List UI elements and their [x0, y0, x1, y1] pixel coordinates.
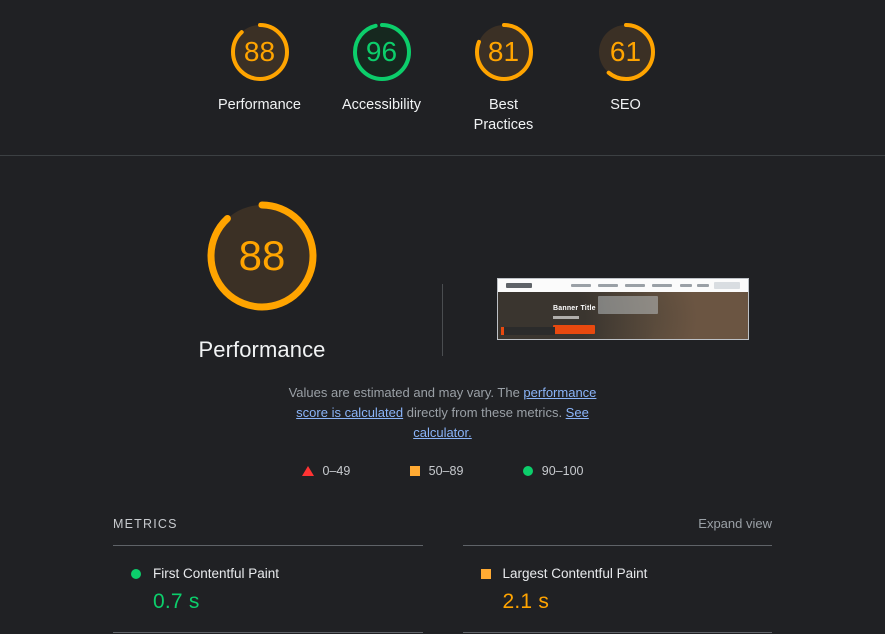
- gauge-small-accessibility: 96: [348, 18, 416, 86]
- gauge-small-best-practices: 81: [470, 18, 538, 86]
- scores-row: 88 Performance 96 Accessibility 81 Best …: [212, 18, 674, 135]
- score-gauge-accessibility[interactable]: 96 Accessibility: [334, 18, 430, 115]
- triangle-icon: [301, 466, 314, 476]
- performance-category-section: 88 Performance Banner Title Values are e…: [0, 156, 885, 634]
- description-text-part2: directly from these metrics.: [403, 405, 566, 420]
- metric-name-fcp: First Contentful Paint: [153, 566, 280, 581]
- metric-value-fcp: 0.7 s: [153, 590, 200, 613]
- legend-label-pass: 90–100: [541, 464, 584, 478]
- legend-label-fail: 0–49: [322, 464, 351, 478]
- metrics-section: METRICS Expand view First Contentful Pai…: [113, 516, 772, 634]
- score-value-performance: 88: [243, 36, 276, 67]
- metric-value-lcp: 2.1 s: [502, 590, 550, 613]
- thumbnail-cta-icon: [714, 282, 740, 289]
- legend-label-average: 50–89: [428, 464, 464, 478]
- circle-icon: [131, 568, 141, 579]
- score-label-performance: Performance: [217, 97, 301, 113]
- legend-item-pass: 90–100: [522, 464, 584, 478]
- legend-item-fail: 0–49: [301, 464, 351, 478]
- metric-item-fcp[interactable]: First Contentful Paint 0.7 s: [113, 545, 423, 632]
- thumbnail-banner-subtitle: [553, 316, 579, 319]
- legend-item-average: 50–89: [409, 464, 464, 478]
- category-description: Values are estimated and may vary. The p…: [278, 383, 608, 443]
- thumbnail-badge: [501, 327, 555, 335]
- metrics-grid: First Contentful Paint 0.7 s Largest Con…: [113, 545, 772, 634]
- page-screenshot-thumbnail[interactable]: Banner Title: [497, 278, 749, 340]
- thumbnail-nav-links: [571, 284, 672, 287]
- thumbnail-navbar: [498, 279, 748, 292]
- metrics-heading: METRICS: [113, 517, 178, 531]
- expand-view-toggle[interactable]: Expand view: [698, 516, 772, 531]
- score-value-best-practices: 81: [487, 36, 520, 67]
- category-title: Performance: [198, 337, 326, 362]
- thumbnail-logo-icon: [506, 283, 532, 288]
- score-label-accessibility: Accessibility: [342, 97, 421, 113]
- circle-icon: [522, 466, 533, 476]
- scores-strip: 88 Performance 96 Accessibility 81 Best …: [0, 0, 885, 156]
- score-gauge-seo[interactable]: 61 SEO: [578, 18, 674, 115]
- category-hero-left: 88 Performance: [82, 196, 442, 363]
- score-gauge-performance[interactable]: 88 Performance: [212, 18, 308, 115]
- metrics-header: METRICS Expand view: [113, 516, 772, 531]
- score-legend: 0–49 50–89 90–100: [278, 464, 608, 478]
- category-hero: 88 Performance Banner Title: [0, 196, 885, 363]
- score-value-seo: 61: [609, 36, 642, 67]
- score-value-accessibility: 96: [365, 36, 398, 67]
- gauge-small-seo: 61: [592, 18, 660, 86]
- score-gauge-best-practices[interactable]: 81 Best Practices: [456, 18, 552, 135]
- metric-row: First Contentful Paint: [113, 566, 423, 581]
- square-icon: [480, 568, 491, 579]
- category-score-value: 88: [238, 232, 286, 279]
- thumbnail-banner-title: Banner Title: [553, 305, 596, 312]
- description-text-part1: Values are estimated and may vary. The: [288, 385, 524, 400]
- score-label-best-practices: Best Practices: [473, 97, 534, 133]
- square-icon: [409, 466, 420, 476]
- score-label-seo: SEO: [610, 97, 641, 113]
- thumbnail-banner-button: [553, 325, 595, 334]
- metric-name-lcp: Largest Contentful Paint: [502, 566, 648, 581]
- metric-item-lcp[interactable]: Largest Contentful Paint 2.1 s: [462, 545, 773, 632]
- category-hero-right: Banner Title: [443, 196, 803, 340]
- thumbnail-hero-image: Banner Title: [498, 292, 748, 339]
- gauge-large-performance: 88: [202, 196, 322, 316]
- thumbnail-nav-actions: [680, 282, 740, 289]
- gauge-small-performance: 88: [226, 18, 294, 86]
- metric-row: Largest Contentful Paint: [463, 566, 773, 581]
